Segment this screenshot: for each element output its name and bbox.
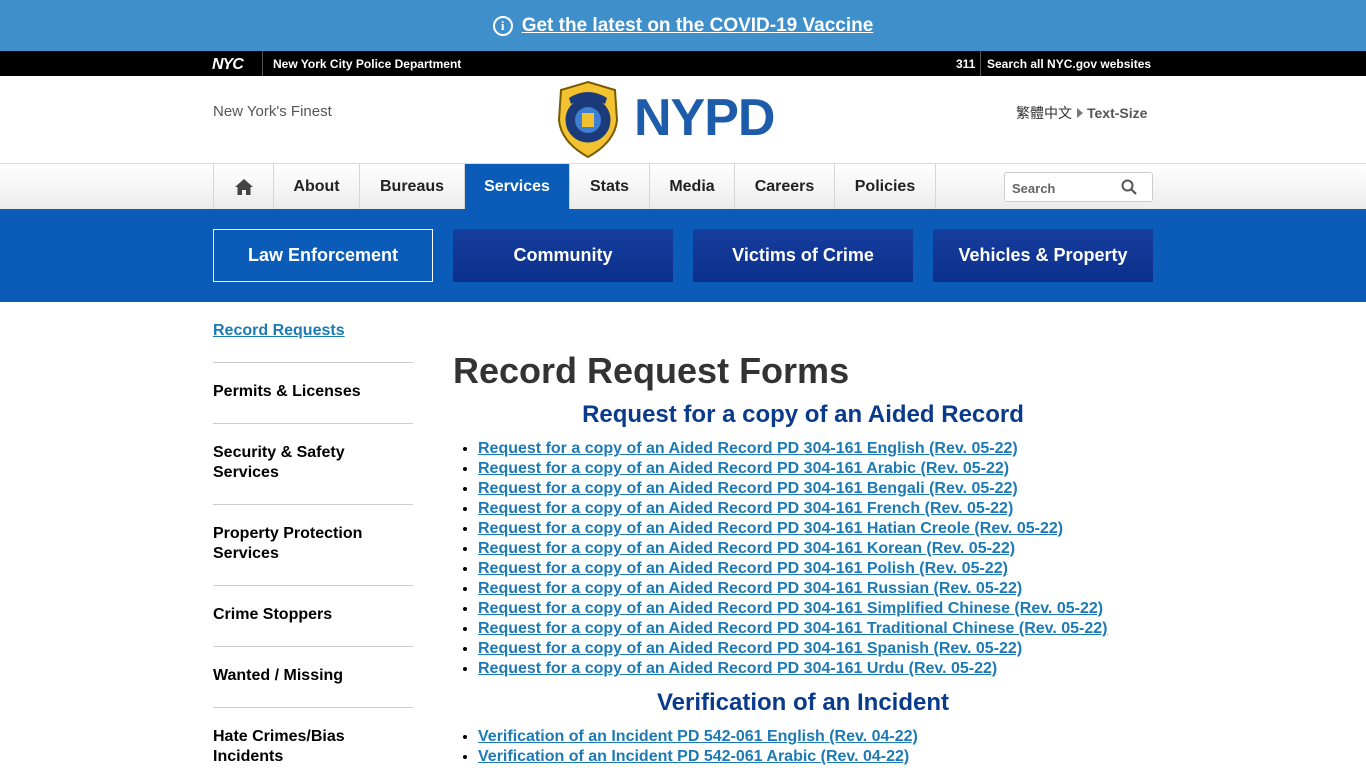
nav-stats[interactable]: Stats [570,164,650,210]
list-item: Request for a copy of an Aided Record PD… [478,459,1108,479]
subnav-community[interactable]: Community [453,229,673,282]
nav-about[interactable]: About [274,164,360,210]
form-link[interactable]: Request for a copy of an Aided Record PD… [478,440,1018,457]
sidebar-item-label: Hate Crimes/Bias Incidents [213,728,345,765]
form-link[interactable]: Request for a copy of an Aided Record PD… [478,660,997,677]
nypd-wordmark[interactable]: NYPD [634,88,775,148]
home-icon [234,179,253,195]
form-link[interactable]: Request for a copy of an Aided Record PD… [478,560,1008,577]
form-link[interactable]: Request for a copy of an Aided Record PD… [478,620,1108,637]
section-heading-verification: Verification of an Incident [656,689,950,716]
aided-record-links: Request for a copy of an Aided Record PD… [478,439,1108,679]
form-link[interactable]: Request for a copy of an Aided Record PD… [478,540,1015,557]
nav-home[interactable] [214,164,274,210]
text-size-link[interactable]: Text-Size [1087,105,1147,121]
sidebar-item-permits[interactable]: Permits & Licenses [213,362,413,423]
list-item: Request for a copy of an Aided Record PD… [478,579,1108,599]
form-link[interactable]: Verification of an Incident PD 542-061 E… [478,728,918,745]
subnav-vehicles-property[interactable]: Vehicles & Property [933,229,1153,282]
nyc-gov-bar: NYC New York City Police Department 311 … [0,51,1366,76]
nav-services[interactable]: Services [465,164,570,210]
tagline: New York's Finest [213,103,332,120]
police-badge-icon[interactable] [555,80,621,159]
sidebar-item-label: Permits & Licenses [213,383,361,400]
covid-vaccine-link[interactable]: Get the latest on the COVID-19 Vaccine [522,15,874,37]
form-link[interactable]: Request for a copy of an Aided Record PD… [478,600,1103,617]
list-item: Request for a copy of an Aided Record PD… [478,619,1108,639]
department-name[interactable]: New York City Police Department [273,57,461,71]
nav-policies[interactable]: Policies [835,164,936,210]
section-heading-aided-record: Request for a copy of an Aided Record [582,401,1024,428]
list-item: Request for a copy of an Aided Record PD… [478,659,1108,679]
site-search [1004,172,1153,202]
form-link[interactable]: Request for a copy of an Aided Record PD… [478,520,1063,537]
nav-media[interactable]: Media [650,164,735,210]
sidebar-item-record-requests[interactable]: Record Requests [213,322,345,340]
covid-banner: i Get the latest on the COVID-19 Vaccine [0,0,1366,51]
sidebar-item-wanted-missing[interactable]: Wanted / Missing [213,646,413,707]
sidebar-item-security-safety[interactable]: Security & Safety Services [213,423,413,504]
main-nav: About Bureaus Services Stats Media Caree… [0,163,1366,210]
sidebar-item-label: Wanted / Missing [213,667,344,684]
verification-links: Verification of an Incident PD 542-061 E… [478,727,918,767]
subnav-law-enforcement[interactable]: Law Enforcement [213,229,433,282]
list-item: Request for a copy of an Aided Record PD… [478,539,1108,559]
sidebar-item-hate-crimes[interactable]: Hate Crimes/Bias Incidents [213,707,413,768]
311-link[interactable]: 311 [956,57,975,71]
search-input[interactable] [1012,179,1112,197]
site-header: New York's Finest NYPD 繁體中文 Text-Size [0,76,1366,163]
sidebar-item-crime-stoppers[interactable]: Crime Stoppers [213,585,413,646]
search-all-nyc-link[interactable]: Search all NYC.gov websites [987,57,1151,71]
form-link[interactable]: Request for a copy of an Aided Record PD… [478,480,1018,497]
list-item: Request for a copy of an Aided Record PD… [478,519,1108,539]
list-item: Verification of an Incident PD 542-061 E… [478,727,918,747]
list-item: Request for a copy of an Aided Record PD… [478,559,1108,579]
form-link[interactable]: Request for a copy of an Aided Record PD… [478,500,1013,517]
sidebar-item-label: Crime Stoppers [213,606,333,623]
divider [980,51,981,76]
nyc-logo[interactable]: NYC [212,56,244,74]
list-item: Request for a copy of an Aided Record PD… [478,499,1108,519]
nav-careers[interactable]: Careers [735,164,835,210]
form-link[interactable]: Request for a copy of an Aided Record PD… [478,460,1009,477]
form-link[interactable]: Verification of an Incident PD 542-061 A… [478,748,909,765]
list-item: Verification of an Incident PD 542-061 A… [478,747,918,767]
nav-bureaus[interactable]: Bureaus [360,164,465,210]
divider [262,51,263,76]
list-item: Request for a copy of an Aided Record PD… [478,439,1108,459]
page-title: Record Request Forms [453,350,850,391]
list-item: Request for a copy of an Aided Record PD… [478,599,1108,619]
form-link[interactable]: Request for a copy of an Aided Record PD… [478,640,1022,657]
triangle-right-icon [1077,108,1083,118]
info-icon: i [492,15,513,36]
list-item: Request for a copy of an Aided Record PD… [478,639,1108,659]
sidebar-item-property-protection[interactable]: Property Protection Services [213,504,413,585]
header-tools: 繁體中文 Text-Size [1016,103,1147,123]
translate-link[interactable]: 繁體中文 [1016,103,1072,123]
list-item: Request for a copy of an Aided Record PD… [478,479,1108,499]
form-link[interactable]: Request for a copy of an Aided Record PD… [478,580,1022,597]
magnifier-icon[interactable] [1121,179,1137,195]
services-subnav: Law Enforcement Community Victims of Cri… [0,209,1366,302]
sidebar-item-label: Property Protection Services [213,525,363,562]
subnav-victims-of-crime[interactable]: Victims of Crime [693,229,913,282]
sidebar-item-label: Security & Safety Services [213,444,345,481]
